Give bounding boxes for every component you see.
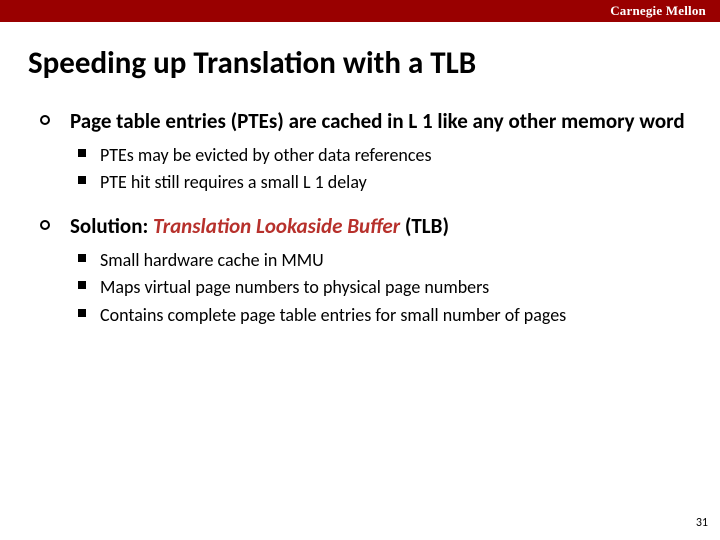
bullet-1-sub-2: PTE hit still requires a small L 1 delay	[78, 171, 692, 194]
page-number: 31	[696, 516, 708, 530]
bullet-1: Page table entries (PTEs) are cached in …	[40, 108, 692, 195]
university-name: Carnegie Mellon	[610, 3, 706, 19]
bullet-2-text: Solution: Translation Lookaside Buffer (…	[70, 213, 692, 239]
bullet-2-sub-3: Contains complete page table entries for…	[78, 304, 692, 327]
bullet-2-sub-2: Maps virtual page numbers to physical pa…	[78, 276, 692, 299]
bullet-2-sub-1: Small hardware cache in MMU	[78, 249, 692, 272]
slide-title: Speeding up Translation with a TLB	[28, 46, 720, 82]
bullet-1-text: Page table entries (PTEs) are cached in …	[70, 108, 692, 134]
bullet-1-sub-1: PTEs may be evicted by other data refere…	[78, 144, 692, 167]
header-bar: Carnegie Mellon	[0, 0, 720, 22]
bullet-2: Solution: Translation Lookaside Buffer (…	[40, 213, 692, 327]
slide-body: Page table entries (PTEs) are cached in …	[40, 108, 692, 327]
